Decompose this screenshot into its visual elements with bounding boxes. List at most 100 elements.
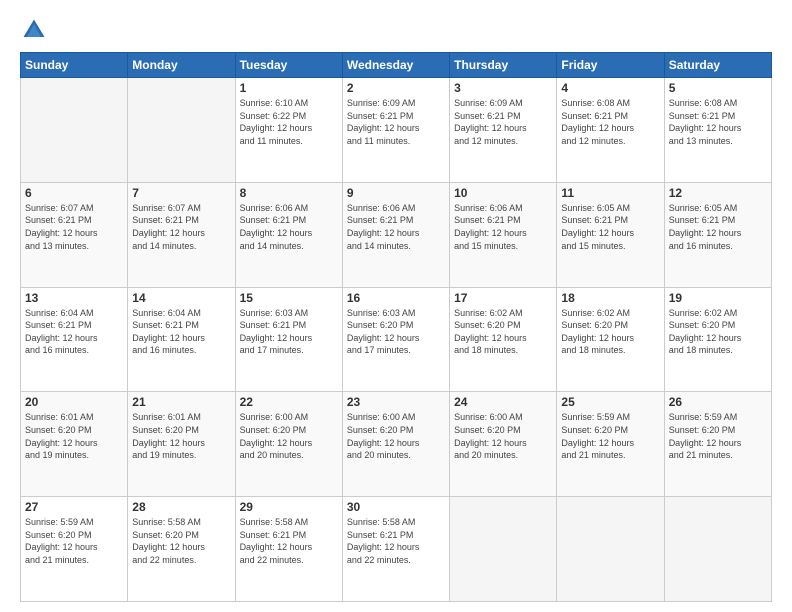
day-info: Sunrise: 6:07 AM Sunset: 6:21 PM Dayligh… bbox=[25, 202, 123, 252]
day-number: 29 bbox=[240, 500, 338, 514]
day-cell bbox=[557, 497, 664, 602]
page: SundayMondayTuesdayWednesdayThursdayFrid… bbox=[0, 0, 792, 612]
day-info: Sunrise: 6:06 AM Sunset: 6:21 PM Dayligh… bbox=[240, 202, 338, 252]
day-cell: 30Sunrise: 5:58 AM Sunset: 6:21 PM Dayli… bbox=[342, 497, 449, 602]
weekday-header-monday: Monday bbox=[128, 53, 235, 78]
day-number: 12 bbox=[669, 186, 767, 200]
day-info: Sunrise: 6:05 AM Sunset: 6:21 PM Dayligh… bbox=[669, 202, 767, 252]
day-number: 23 bbox=[347, 395, 445, 409]
day-number: 14 bbox=[132, 291, 230, 305]
day-cell: 13Sunrise: 6:04 AM Sunset: 6:21 PM Dayli… bbox=[21, 287, 128, 392]
week-row-0: 1 Sunrise: 6:10 AM Sunset: 6:22 PM Daylig… bbox=[21, 78, 772, 183]
day-info: Sunrise: 5:59 AM Sunset: 6:20 PM Dayligh… bbox=[669, 411, 767, 461]
day-info: Sunrise: 6:02 AM Sunset: 6:20 PM Dayligh… bbox=[669, 307, 767, 357]
day-number: 15 bbox=[240, 291, 338, 305]
day-info: Sunrise: 6:08 AM Sunset: 6:21 PM Dayligh… bbox=[561, 97, 659, 147]
day-info: Sunrise: 6:03 AM Sunset: 6:20 PM Dayligh… bbox=[347, 307, 445, 357]
day-number: 1 bbox=[240, 81, 338, 95]
weekday-header-sunday: Sunday bbox=[21, 53, 128, 78]
day-cell: 20 Sunrise: 6:01 AM Sunset: 6:20 PM Dayli… bbox=[21, 392, 128, 497]
weekday-header-saturday: Saturday bbox=[664, 53, 771, 78]
day-number: 24 bbox=[454, 395, 552, 409]
day-info: Sunrise: 6:03 AM Sunset: 6:21 PM Dayligh… bbox=[240, 307, 338, 357]
day-cell: 16 Sunrise: 6:03 AM Sunset: 6:20 PM Dayli… bbox=[342, 287, 449, 392]
day-cell: 10Sunrise: 6:06 AM Sunset: 6:21 PM Dayli… bbox=[450, 182, 557, 287]
day-info: Sunrise: 5:58 AM Sunset: 6:21 PM Dayligh… bbox=[240, 516, 338, 566]
day-cell bbox=[21, 78, 128, 183]
day-number: 10 bbox=[454, 186, 552, 200]
day-number: 27 bbox=[25, 500, 123, 514]
day-info: Sunrise: 6:05 AM Sunset: 6:21 PM Dayligh… bbox=[561, 202, 659, 252]
day-number: 26 bbox=[669, 395, 767, 409]
day-cell: 3 Sunrise: 6:09 AM Sunset: 6:21 PM Daylig… bbox=[450, 78, 557, 183]
day-cell: 23 Sunrise: 6:00 AM Sunset: 6:20 PM Dayli… bbox=[342, 392, 449, 497]
weekday-header-row: SundayMondayTuesdayWednesdayThursdayFrid… bbox=[21, 53, 772, 78]
day-info: Sunrise: 6:04 AM Sunset: 6:21 PM Dayligh… bbox=[25, 307, 123, 357]
logo bbox=[20, 16, 52, 44]
day-info: Sunrise: 6:02 AM Sunset: 6:20 PM Dayligh… bbox=[561, 307, 659, 357]
day-cell: 9 Sunrise: 6:06 AM Sunset: 6:21 PM Daylig… bbox=[342, 182, 449, 287]
day-cell bbox=[664, 497, 771, 602]
day-cell: 19 Sunrise: 6:02 AM Sunset: 6:20 PM Dayli… bbox=[664, 287, 771, 392]
day-number: 19 bbox=[669, 291, 767, 305]
day-info: Sunrise: 5:58 AM Sunset: 6:20 PM Dayligh… bbox=[132, 516, 230, 566]
day-cell: 4Sunrise: 6:08 AM Sunset: 6:21 PM Daylig… bbox=[557, 78, 664, 183]
day-cell: 27 Sunrise: 5:59 AM Sunset: 6:20 PM Dayli… bbox=[21, 497, 128, 602]
weekday-header-friday: Friday bbox=[557, 53, 664, 78]
day-cell: 18 Sunrise: 6:02 AM Sunset: 6:20 PM Dayli… bbox=[557, 287, 664, 392]
day-cell: 14 Sunrise: 6:04 AM Sunset: 6:21 PM Dayli… bbox=[128, 287, 235, 392]
day-number: 20 bbox=[25, 395, 123, 409]
day-cell: 2 Sunrise: 6:09 AM Sunset: 6:21 PM Daylig… bbox=[342, 78, 449, 183]
logo-icon bbox=[20, 16, 48, 44]
day-info: Sunrise: 6:06 AM Sunset: 6:21 PM Dayligh… bbox=[347, 202, 445, 252]
day-info: Sunrise: 6:01 AM Sunset: 6:20 PM Dayligh… bbox=[132, 411, 230, 461]
day-cell: 8Sunrise: 6:06 AM Sunset: 6:21 PM Daylig… bbox=[235, 182, 342, 287]
week-row-3: 20 Sunrise: 6:01 AM Sunset: 6:20 PM Dayli… bbox=[21, 392, 772, 497]
day-number: 28 bbox=[132, 500, 230, 514]
day-info: Sunrise: 6:08 AM Sunset: 6:21 PM Dayligh… bbox=[669, 97, 767, 147]
weekday-header-tuesday: Tuesday bbox=[235, 53, 342, 78]
day-info: Sunrise: 6:09 AM Sunset: 6:21 PM Dayligh… bbox=[347, 97, 445, 147]
day-info: Sunrise: 6:01 AM Sunset: 6:20 PM Dayligh… bbox=[25, 411, 123, 461]
day-cell: 6 Sunrise: 6:07 AM Sunset: 6:21 PM Daylig… bbox=[21, 182, 128, 287]
day-cell bbox=[450, 497, 557, 602]
weekday-header-wednesday: Wednesday bbox=[342, 53, 449, 78]
day-cell bbox=[128, 78, 235, 183]
day-cell: 5 Sunrise: 6:08 AM Sunset: 6:21 PM Daylig… bbox=[664, 78, 771, 183]
header bbox=[20, 16, 772, 44]
weekday-header-thursday: Thursday bbox=[450, 53, 557, 78]
day-number: 6 bbox=[25, 186, 123, 200]
calendar-table: SundayMondayTuesdayWednesdayThursdayFrid… bbox=[20, 52, 772, 602]
day-info: Sunrise: 6:02 AM Sunset: 6:20 PM Dayligh… bbox=[454, 307, 552, 357]
day-info: Sunrise: 6:00 AM Sunset: 6:20 PM Dayligh… bbox=[454, 411, 552, 461]
day-info: Sunrise: 5:59 AM Sunset: 6:20 PM Dayligh… bbox=[561, 411, 659, 461]
day-info: Sunrise: 6:09 AM Sunset: 6:21 PM Dayligh… bbox=[454, 97, 552, 147]
day-info: Sunrise: 5:59 AM Sunset: 6:20 PM Dayligh… bbox=[25, 516, 123, 566]
day-info: Sunrise: 5:58 AM Sunset: 6:21 PM Dayligh… bbox=[347, 516, 445, 566]
day-cell: 11 Sunrise: 6:05 AM Sunset: 6:21 PM Dayli… bbox=[557, 182, 664, 287]
day-number: 18 bbox=[561, 291, 659, 305]
day-cell: 26 Sunrise: 5:59 AM Sunset: 6:20 PM Dayli… bbox=[664, 392, 771, 497]
day-cell: 22 Sunrise: 6:00 AM Sunset: 6:20 PM Dayli… bbox=[235, 392, 342, 497]
day-info: Sunrise: 6:00 AM Sunset: 6:20 PM Dayligh… bbox=[240, 411, 338, 461]
day-number: 25 bbox=[561, 395, 659, 409]
day-info: Sunrise: 6:10 AM Sunset: 6:22 PM Dayligh… bbox=[240, 97, 338, 147]
day-info: Sunrise: 6:07 AM Sunset: 6:21 PM Dayligh… bbox=[132, 202, 230, 252]
week-row-4: 27 Sunrise: 5:59 AM Sunset: 6:20 PM Dayli… bbox=[21, 497, 772, 602]
day-cell: 12 Sunrise: 6:05 AM Sunset: 6:21 PM Dayli… bbox=[664, 182, 771, 287]
day-number: 9 bbox=[347, 186, 445, 200]
day-number: 22 bbox=[240, 395, 338, 409]
day-cell: 21Sunrise: 6:01 AM Sunset: 6:20 PM Dayli… bbox=[128, 392, 235, 497]
day-number: 16 bbox=[347, 291, 445, 305]
day-cell: 28 Sunrise: 5:58 AM Sunset: 6:20 PM Dayli… bbox=[128, 497, 235, 602]
week-row-1: 6 Sunrise: 6:07 AM Sunset: 6:21 PM Daylig… bbox=[21, 182, 772, 287]
day-number: 11 bbox=[561, 186, 659, 200]
week-row-2: 13Sunrise: 6:04 AM Sunset: 6:21 PM Dayli… bbox=[21, 287, 772, 392]
day-cell: 7 Sunrise: 6:07 AM Sunset: 6:21 PM Daylig… bbox=[128, 182, 235, 287]
day-number: 3 bbox=[454, 81, 552, 95]
day-number: 7 bbox=[132, 186, 230, 200]
day-info: Sunrise: 6:04 AM Sunset: 6:21 PM Dayligh… bbox=[132, 307, 230, 357]
day-info: Sunrise: 6:00 AM Sunset: 6:20 PM Dayligh… bbox=[347, 411, 445, 461]
day-number: 2 bbox=[347, 81, 445, 95]
day-number: 5 bbox=[669, 81, 767, 95]
